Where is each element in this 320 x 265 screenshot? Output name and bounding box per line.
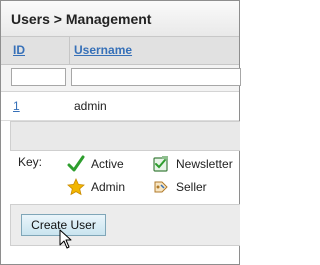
panel-title: Users > Management <box>11 11 152 27</box>
username-filter-input[interactable] <box>71 68 241 86</box>
key-label: Key: <box>18 155 43 169</box>
table-row: 1 admin <box>1 92 239 121</box>
filter-row <box>1 65 241 92</box>
column-divider <box>69 37 70 64</box>
key-item-label: Admin <box>91 180 126 194</box>
table-header: ID Username <box>1 37 239 65</box>
panel-header: Users > Management <box>1 1 239 37</box>
star-icon <box>67 178 85 196</box>
mouse-pointer-icon <box>59 229 72 249</box>
newsletter-icon <box>153 156 168 172</box>
key-item-label: Newsletter <box>176 157 233 171</box>
action-bar: Create User <box>10 204 240 246</box>
icon-key-legend: Key: Active Newsletter Admin Seller <box>1 149 239 199</box>
column-header-id[interactable]: ID <box>13 43 25 57</box>
column-header-username[interactable]: Username <box>74 43 132 57</box>
check-icon <box>67 155 85 172</box>
user-id-link[interactable]: 1 <box>13 99 20 113</box>
user-management-panel: Users > Management ID Username 1 admin K… <box>0 0 241 265</box>
id-filter-input[interactable] <box>11 68 66 86</box>
key-item-label: Seller <box>176 180 207 194</box>
seller-icon <box>154 181 168 193</box>
username-cell: admin <box>74 99 107 113</box>
key-item-label: Active <box>91 157 124 171</box>
table-footer <box>10 121 240 151</box>
